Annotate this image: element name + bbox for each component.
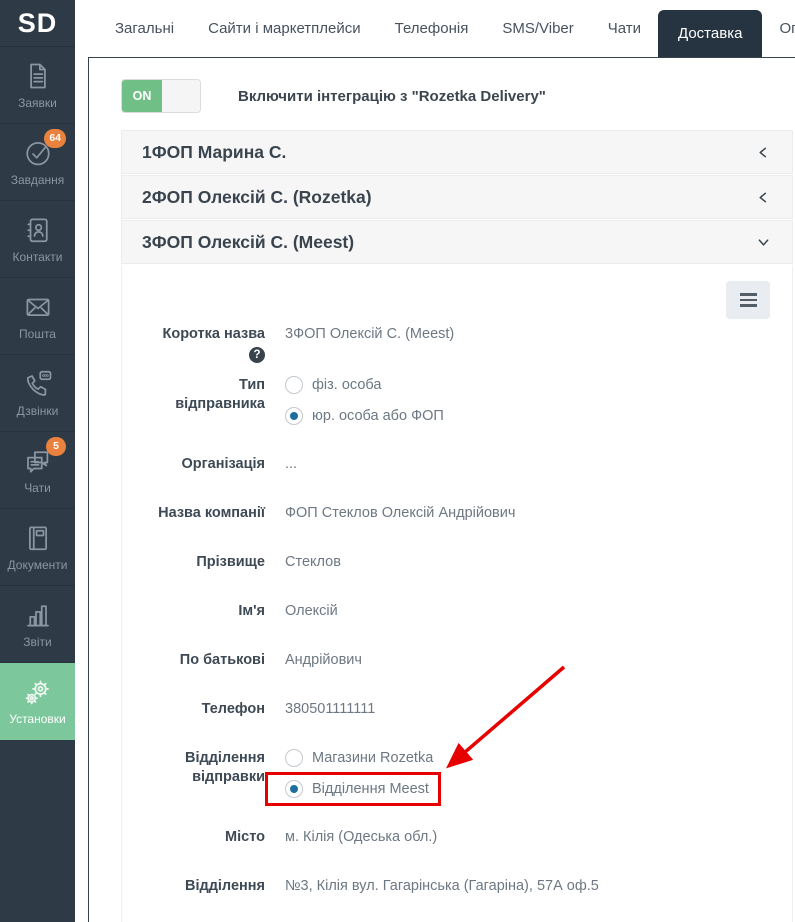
tab-chaty[interactable]: Чати [591,0,658,57]
sidebar-item-zavdannya[interactable]: 64 Завдання [0,124,75,201]
phone-icon [23,369,53,399]
sidebar-item-label: Завдання [11,173,65,187]
branch-value[interactable]: №3, Кілія вул. Гагарінська (Гагаріна), 5… [285,877,599,896]
accordion-title: 1ФОП Марина С. [142,142,286,163]
sidebar-item-label: Чати [24,481,51,495]
form-row-short-name: Коротка назва ? 3ФОП Олексій С. (Meest) [122,325,792,364]
radio-yur-osoba[interactable]: юр. особа або ФОП [285,407,444,425]
sidebar-item-poshta[interactable]: Пошта [0,278,75,355]
tab-oplata[interactable]: Оплата [762,0,795,57]
organization-value[interactable]: ... [285,455,297,474]
radio-circle[interactable] [285,749,303,767]
file-icon [23,61,53,91]
tab-telefoniya[interactable]: Телефонія [378,0,486,57]
form-row-branch: Відділення №3, Кілія вул. Гагарінська (Г… [122,877,792,896]
contacts-book-icon [23,215,53,245]
tasks-count-badge: 64 [44,129,66,148]
integration-toggle[interactable]: ON [121,79,201,113]
settings-tabbar: Загальні Сайти і маркетплейси Телефонія … [75,0,795,57]
sidebar-item-ustanovky[interactable]: Установки [0,663,75,740]
book-icon [23,523,53,553]
sidebar-item-label: Установки [9,712,65,726]
gear-icon [23,677,53,707]
chevron-down-icon [757,236,770,249]
form-row-phone: Телефон 380501111111 [122,700,792,719]
sender-type-radio-group: фіз. особа юр. особа або ФОП [285,376,444,425]
sidebar-item-label: Контакти [13,250,63,264]
main-area: Загальні Сайти і маркетплейси Телефонія … [75,0,795,922]
sidebar-item-label: Пошта [19,327,56,341]
city-value[interactable]: м. Кілія (Одеська обл.) [285,828,437,847]
sidebar-item-dokumenty[interactable]: Документи [0,509,75,586]
sidebar-item-zayavky[interactable]: Заявки [0,47,75,124]
toggle-off-half [162,80,200,112]
tab-dostavka[interactable]: Доставка [658,10,762,57]
hamburger-icon [740,293,757,296]
form-row-first-name: Ім'я Олексій [122,602,792,621]
accordion-title: 2ФОП Олексій С. (Rozetka) [142,187,372,208]
form-row-last-name: Прізвище Стеклов [122,553,792,572]
tab-zagalni[interactable]: Загальні [98,0,191,57]
dispatch-branch-label: Відділення відправки [122,749,265,798]
sidebar-item-label: Дзвінки [17,404,59,418]
accordion-header-fop2[interactable]: 2ФОП Олексій С. (Rozetka) [121,175,793,219]
form-row-middle-name: По батькові Андрійович [122,651,792,670]
panel-menu-button[interactable] [726,281,770,319]
company-value[interactable]: ФОП Стеклов Олексій Андрійович [285,504,515,523]
phone-label: Телефон [122,700,265,719]
sidebar-item-chaty[interactable]: 5 Чати [0,432,75,509]
envelope-icon [23,292,53,322]
sidebar-item-label: Звіти [23,635,52,649]
sender-type-label: Тип відправника [122,376,265,425]
last-name-label: Прізвище [122,553,265,572]
middle-name-label: По батькові [122,651,265,670]
delivery-settings-panel: ON Включити інтеграцію з "Rozetka Delive… [88,57,795,922]
radio-viddilennya-meest[interactable]: Відділення Meest [285,780,429,798]
branch-label: Відділення [122,877,265,896]
help-icon[interactable]: ? [249,347,265,363]
form-row-dispatch-branch: Відділення відправки Магазини Rozetka Ві… [122,749,792,798]
dispatch-branch-radio-group: Магазини Rozetka Відділення Meest [285,749,433,798]
last-name-value[interactable]: Стеклов [285,553,341,572]
sender-form: Коротка назва ? 3ФОП Олексій С. (Meest) … [122,325,792,896]
integration-toggle-row: ON Включити інтеграцію з "Rozetka Delive… [121,79,793,113]
accordion-header-fop3[interactable]: 3ФОП Олексій С. (Meest) [121,220,793,264]
phone-value[interactable]: 380501111111 [285,700,375,719]
accordion-body-fop3: Коротка назва ? 3ФОП Олексій С. (Meest) … [121,265,793,922]
form-row-city: Місто м. Кілія (Одеська обл.) [122,828,792,847]
tab-sms-viber[interactable]: SMS/Viber [485,0,590,57]
form-row-company: Назва компанії ФОП Стеклов Олексій Андрі… [122,504,792,523]
organization-label: Організація [122,455,265,474]
city-label: Місто [122,828,265,847]
radio-fiz-osoba[interactable]: фіз. особа [285,376,381,394]
first-name-value[interactable]: Олексій [285,602,338,621]
form-row-organization: Організація ... [122,455,792,474]
chevron-left-icon [757,191,770,204]
radio-circle-checked[interactable] [285,780,303,798]
toggle-on-state: ON [122,80,162,112]
integration-toggle-label: Включити інтеграцію з "Rozetka Delivery" [238,88,546,105]
chevron-left-icon [757,146,770,159]
app-logo[interactable]: SD [0,0,75,47]
short-name-value[interactable]: 3ФОП Олексій С. (Meest) [285,325,454,364]
accordion-title: 3ФОП Олексій С. (Meest) [142,232,354,253]
sidebar: SD Заявки 64 Завдання Контакти Пошта [0,0,75,922]
radio-circle-checked[interactable] [285,407,303,425]
sidebar-item-label: Заявки [18,96,57,110]
company-label: Назва компанії [122,504,265,523]
accordion-header-fop1[interactable]: 1ФОП Марина С. [121,130,793,174]
first-name-label: Ім'я [122,602,265,621]
short-name-label: Коротка назва ? [122,325,265,364]
sidebar-item-dzvinky[interactable]: Дзвінки [0,355,75,432]
radio-magazyny-rozetka[interactable]: Магазини Rozetka [285,749,433,767]
sidebar-item-label: Документи [8,558,68,572]
form-row-sender-type: Тип відправника фіз. особа юр. особа або… [122,376,792,425]
sidebar-item-kontakty[interactable]: Контакти [0,201,75,278]
sidebar-item-zvity[interactable]: Звіти [0,586,75,663]
middle-name-value[interactable]: Андрійович [285,651,362,670]
tab-sites-marketplaces[interactable]: Сайти і маркетплейси [191,0,378,57]
chats-count-badge: 5 [46,437,66,456]
bar-chart-icon [23,600,53,630]
radio-circle[interactable] [285,376,303,394]
